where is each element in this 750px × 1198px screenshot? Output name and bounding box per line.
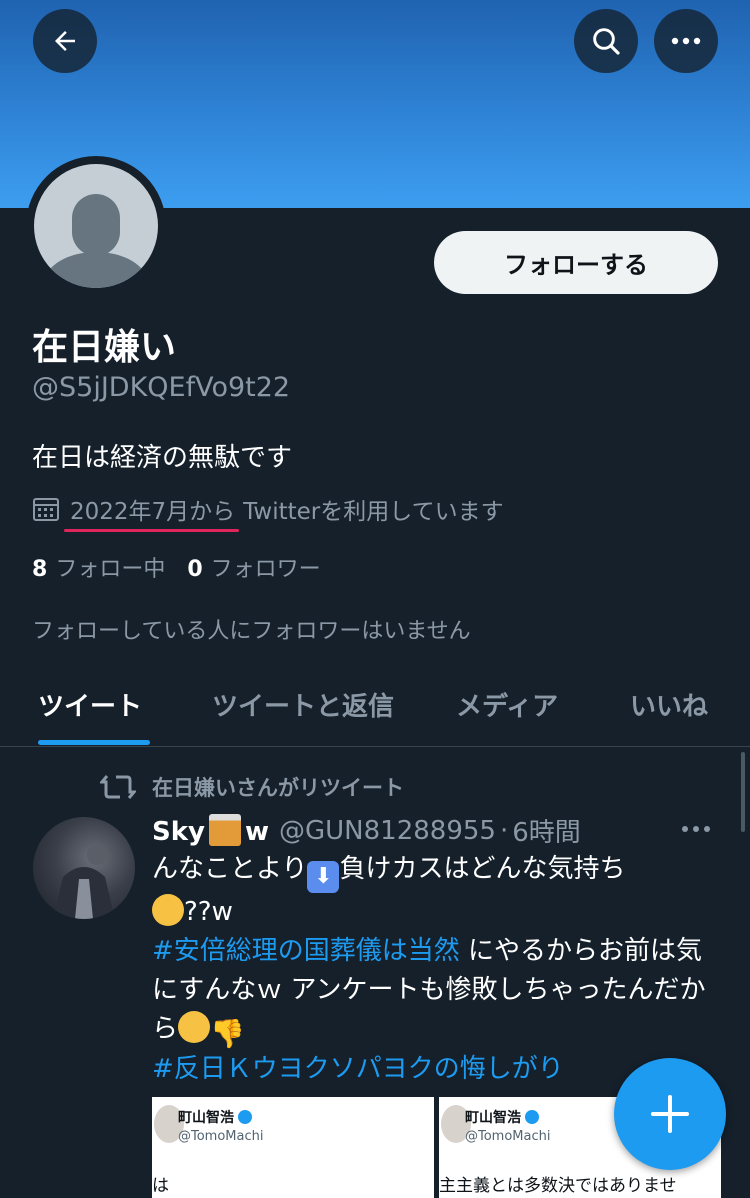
following-link[interactable]: 8 フォロー中 <box>32 551 165 583</box>
tweet-time[interactable]: 6時間 <box>512 812 581 849</box>
tweet-separator: · <box>499 815 509 846</box>
followers-link[interactable]: 0 フォロワー <box>187 551 320 583</box>
media-text: 主主義とは多数決ではありませ <box>439 1176 677 1196</box>
thumbs-down-icon: 👎 <box>210 1017 245 1050</box>
media-handle: @TomoMachi <box>178 1129 264 1144</box>
back-button[interactable] <box>33 9 97 73</box>
back-arrow-icon <box>55 31 75 51</box>
tweet-author-name[interactable]: Sky w <box>152 814 269 847</box>
not-followed-note: フォローしている人にフォロワーはいません <box>32 619 471 644</box>
tweet-author-avatar[interactable] <box>33 817 135 919</box>
tweet-text-part: ??w <box>184 897 233 927</box>
retweet-context: 在日嫌いさんがリツイート <box>100 772 404 802</box>
tabs-divider <box>0 746 750 747</box>
user-handle: @S5jJDKQEfVo9t22 <box>32 372 291 403</box>
author-name-suffix: w <box>244 817 269 847</box>
down-arrow-icon: ⬇ <box>307 861 340 893</box>
follow-counts: 8 フォロー中 0 フォロワー <box>32 551 321 583</box>
followers-count: 0 <box>187 557 203 582</box>
media-text: は <box>152 1176 169 1196</box>
scrollbar[interactable] <box>741 752 745 832</box>
profile-avatar[interactable] <box>26 156 166 296</box>
tab-media[interactable]: メディア <box>456 686 558 723</box>
more-icon <box>671 37 701 45</box>
joined-suffix: Twitterを利用しています <box>243 499 504 525</box>
search-button[interactable] <box>574 9 638 73</box>
retweeted-by-text: 在日嫌いさんがリツイート <box>152 776 404 800</box>
whisky-glass-icon <box>208 814 241 846</box>
display-name: 在日嫌い <box>32 327 177 368</box>
joined-date: 2022年7月から <box>63 492 240 532</box>
hashtag-link[interactable]: #安倍総理の国葬儀は当然 <box>152 936 460 966</box>
media-author-name: 町山智浩 <box>465 1110 521 1126</box>
more-button[interactable] <box>654 9 718 73</box>
media-author: 町山智浩 <box>465 1107 539 1127</box>
calendar-icon <box>33 498 59 521</box>
tweet-more-button[interactable] <box>680 812 712 840</box>
face-with-hand-over-mouth-icon <box>152 894 184 926</box>
author-name-prefix: Sky <box>152 817 205 847</box>
tab-tweets-and-replies[interactable]: ツイートと返信 <box>212 686 394 723</box>
active-tab-indicator <box>38 740 150 745</box>
tweet-text: んなことより ⬇ 負けカスはどんな気持ち ??w #安倍総理の国葬儀は当然 にやるか… <box>152 850 722 1089</box>
verified-badge-icon <box>525 1110 539 1124</box>
media-author: 町山智浩 <box>178 1107 252 1127</box>
search-icon <box>593 28 620 55</box>
joined-info: 2022年7月から Twitterを利用しています <box>32 492 504 532</box>
media-handle: @TomoMachi <box>465 1129 551 1144</box>
follow-button[interactable]: フォローする <box>434 231 718 294</box>
hashtag-link[interactable]: #反日Ｋウヨクソパヨクの悔しがり <box>152 1054 564 1084</box>
compose-plus-icon <box>651 1095 689 1133</box>
profile-bio: 在日は経済の無駄です <box>32 443 293 473</box>
tweet-media-image[interactable]: 町山智浩 @TomoMachi は <box>152 1097 434 1198</box>
profile-tabs: ツイート ツイートと返信 メディア いいね <box>0 676 750 746</box>
followers-label: フォロワー <box>210 557 321 582</box>
tweet-header: Sky w @GUN81288955 · 6時間 <box>152 812 581 849</box>
more-dots-icon <box>682 826 710 832</box>
media-author-name: 町山智浩 <box>178 1110 234 1126</box>
tab-tweets[interactable]: ツイート <box>38 686 142 723</box>
tweet-text-part: んなことより <box>152 854 308 884</box>
following-count: 8 <box>32 557 48 582</box>
tab-likes[interactable]: いいね <box>630 686 708 723</box>
compose-tweet-button[interactable] <box>614 1058 726 1170</box>
retweet-icon <box>100 775 136 799</box>
default-avatar-icon <box>34 164 158 288</box>
winking-face-with-tongue-icon <box>178 1011 211 1043</box>
following-label: フォロー中 <box>55 557 166 582</box>
tweet-author-handle[interactable]: @GUN81288955 <box>279 816 496 846</box>
verified-badge-icon <box>238 1110 252 1124</box>
tweet-text-part: 負けカスはどんな気持ち <box>339 854 626 884</box>
